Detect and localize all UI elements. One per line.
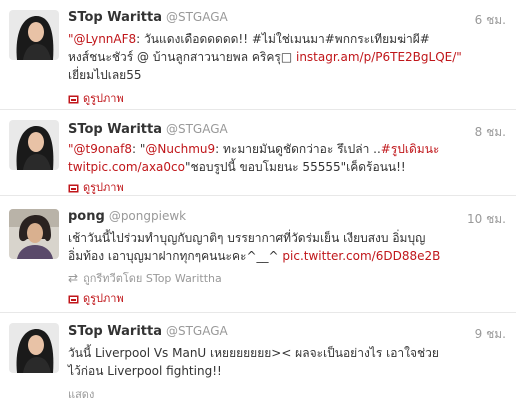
text-line: วันนี้ Liverpool Vs ManU เหยยยยยยย>< ผลจ…	[68, 344, 508, 362]
tweet[interactable]: STop Waritta @STGAGA 8 ชม. "@t9onaf8: "@N…	[0, 110, 516, 196]
text-line: "@t9onaf8: "@Nuchmu9: ทะมายมันดูชัดกว่าอ…	[68, 140, 508, 158]
text-span: "ชอบรูปนี้ ขอบโมยนะ 55555"เค็ดร้อนน!!	[184, 160, 406, 174]
text-span: หงส์ชนะชัวร์ @ บ้านลูกสาวนายพล คริครุ□	[68, 50, 296, 64]
retweet-icon: ⇄	[68, 271, 79, 285]
photo-icon	[68, 183, 79, 192]
hashtag-link[interactable]: #รูปเดิมนะ	[381, 142, 440, 156]
url-link[interactable]: instagr.am/p/P6TE2BgLQE/"	[296, 50, 462, 64]
username[interactable]: @pongpiewk	[109, 209, 186, 223]
expand-link[interactable]: แสดง	[68, 385, 94, 402]
text-span: เช้าวันนี้ไปร่วมทำบุญกับญาติๆ บรรยากาศที…	[68, 231, 426, 245]
view-photo-link[interactable]: ดูรูปภาพ	[68, 178, 124, 196]
tweet[interactable]: pong @pongpiewk 10 ชม. เช้าวันนี้ไปร่วมทำ…	[0, 196, 516, 313]
text-line: หงส์ชนะชัวร์ @ บ้านลูกสาวนายพล คริครุ□ i…	[68, 48, 508, 66]
tweet-text: วันนี้ Liverpool Vs ManU เหยยยยยยย>< ผลจ…	[68, 344, 508, 380]
avatar[interactable]	[9, 120, 59, 170]
timestamp[interactable]: 6 ชม.	[475, 11, 506, 30]
retweeted-by-label[interactable]: ถูกรีทวีตโดย STop Warittha	[83, 269, 222, 287]
author-name[interactable]: pong @pongpiewk	[68, 209, 186, 224]
author-name[interactable]: STop Waritta @STGAGA	[68, 122, 228, 137]
tweet-text: "@t9onaf8: "@Nuchmu9: ทะมายมันดูชัดกว่าอ…	[68, 140, 508, 176]
mention-link[interactable]: "@LynnAF8	[68, 32, 136, 46]
username[interactable]: @STGAGA	[166, 122, 228, 136]
timestamp[interactable]: 10 ชม.	[467, 210, 506, 229]
text-span: วันนี้ Liverpool Vs ManU เหยยยยยยย>< ผลจ…	[68, 346, 439, 360]
text-span: เยี่ยมไปเลย55	[68, 68, 142, 82]
view-photo-label[interactable]: ดูรูปภาพ	[83, 178, 124, 196]
username[interactable]: @STGAGA	[166, 10, 228, 24]
view-photo-label[interactable]: ดูรูปภาพ	[83, 89, 124, 107]
url-link[interactable]: twitpic.com/axa0co	[68, 160, 185, 174]
tweet[interactable]: STop Waritta @STGAGA 9 ชม. วันนี้ Liverpo…	[0, 313, 516, 402]
text-span: : "	[132, 142, 146, 156]
display-name[interactable]: STop Waritta	[68, 10, 162, 25]
view-photo-link[interactable]: ดูรูปภาพ	[68, 89, 124, 107]
avatar[interactable]	[9, 323, 59, 373]
text-line: ไว้ก่อน Liverpool fighting!!	[68, 362, 508, 380]
retweeted-by[interactable]: ⇄ ถูกรีทวีตโดย STop Warittha	[68, 269, 222, 287]
author-name[interactable]: STop Waritta @STGAGA	[68, 324, 228, 339]
avatar[interactable]	[9, 10, 59, 60]
username[interactable]: @STGAGA	[166, 324, 228, 338]
mention-link[interactable]: @Nuchmu9	[145, 142, 215, 156]
text-span: : ทะมายมันดูชัดกว่าอะ รึเปล่า ..	[215, 142, 381, 156]
text-line: อิ่มท้อง เอาบุญมาฝากทุกๆคนนะคะ^__^ pic.t…	[68, 247, 508, 265]
display-name[interactable]: STop Waritta	[68, 324, 162, 339]
timestamp[interactable]: 9 ชม.	[475, 325, 506, 344]
text-line: เยี่ยมไปเลย55	[68, 66, 508, 84]
url-link[interactable]: pic.twitter.com/6DD88e2B	[282, 249, 440, 263]
display-name[interactable]: pong	[68, 209, 105, 224]
photo-icon	[68, 294, 79, 303]
text-line: twitpic.com/axa0co"ชอบรูปนี้ ขอบโมยนะ 55…	[68, 158, 508, 176]
tweet-text: เช้าวันนี้ไปร่วมทำบุญกับญาติๆ บรรยากาศที…	[68, 229, 508, 265]
author-name[interactable]: STop Waritta @STGAGA	[68, 10, 228, 25]
mention-link[interactable]: "@t9onaf8	[68, 142, 132, 156]
view-photo-label[interactable]: ดูรูปภาพ	[83, 289, 124, 307]
text-span: ไว้ก่อน Liverpool fighting!!	[68, 364, 222, 378]
tweet[interactable]: STop Waritta @STGAGA 6 ชม. "@LynnAF8: วัน…	[0, 0, 516, 110]
text-line: "@LynnAF8: วันแดงเดือดดดดด!! #ไม่ใช่เมนม…	[68, 30, 508, 48]
text-line: เช้าวันนี้ไปร่วมทำบุญกับญาติๆ บรรยากาศที…	[68, 229, 508, 247]
avatar[interactable]	[9, 209, 59, 259]
display-name[interactable]: STop Waritta	[68, 122, 162, 137]
tweet-text: "@LynnAF8: วันแดงเดือดดดดด!! #ไม่ใช่เมนม…	[68, 30, 508, 84]
text-span: อิ่มท้อง เอาบุญมาฝากทุกๆคนนะคะ^__^	[68, 249, 283, 263]
view-photo-link[interactable]: ดูรูปภาพ	[68, 289, 124, 307]
text-span: : วันแดงเดือดดดดด!! #ไม่ใช่เมนมา#พกกระเท…	[136, 32, 430, 46]
photo-icon	[68, 94, 79, 103]
